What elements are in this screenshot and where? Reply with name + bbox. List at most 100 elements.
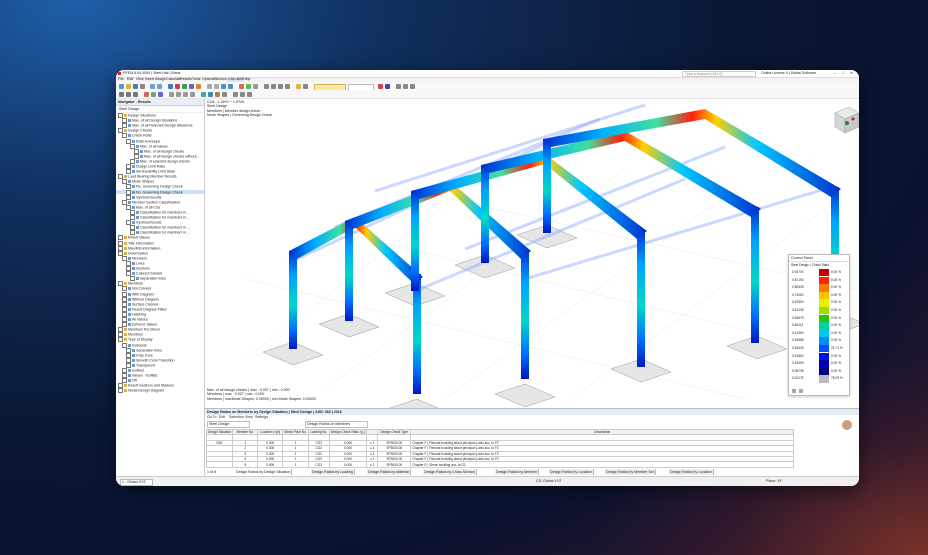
result-type-icon[interactable]	[378, 83, 383, 89]
results-tab[interactable]: Design Ratios by Member Set	[605, 469, 656, 475]
node-icon[interactable]	[175, 83, 180, 89]
navigator-item[interactable]: Max. of all design checks	[116, 148, 204, 154]
results-menu-settings[interactable]: Settings	[255, 415, 268, 420]
navigator-module-select[interactable]: Steel Design	[116, 106, 204, 113]
navigator-item[interactable]: Classification for members in ...	[116, 225, 204, 231]
navigator-item[interactable]: Sections	[116, 266, 204, 271]
solid-icon[interactable]	[215, 91, 220, 97]
navigator-item[interactable]: Isobands	[116, 342, 204, 348]
top-view-icon[interactable]	[190, 91, 195, 97]
navigator-item[interactable]: Max. of all Design Situations	[116, 118, 204, 124]
filter-icon[interactable]	[303, 83, 308, 89]
navigator-item[interactable]: Colored Colored	[116, 271, 204, 277]
member-icon[interactable]	[189, 83, 194, 89]
navigator-item[interactable]: Max. of all design checks without...	[116, 153, 204, 159]
ortho-icon[interactable]	[133, 91, 138, 97]
navigator-item[interactable]: Off	[116, 378, 204, 384]
navigator-item[interactable]: Isolines	[116, 368, 204, 373]
column-header[interactable]: Design Check Ratio η [-]	[328, 428, 368, 436]
column-header[interactable]: Shear Point No.	[282, 428, 309, 436]
calculate-icon[interactable]	[228, 83, 233, 89]
navigator-item[interactable]: Result Sections and Markers	[116, 383, 204, 389]
line-icon[interactable]	[182, 83, 187, 89]
navigator-item[interactable]: With Diagram	[116, 291, 204, 297]
display-nodes-icon[interactable]	[144, 91, 149, 97]
navigator-item[interactable]: Title Information	[116, 240, 204, 246]
navigator-item[interactable]: Members	[116, 255, 204, 261]
navigator-item[interactable]: Transparent	[116, 362, 204, 368]
results-tab[interactable]: Design Ratios by Member	[495, 469, 540, 475]
table-pager[interactable]: 1 of 8	[207, 470, 216, 475]
results-tab[interactable]: Design Ratios by Loading	[311, 469, 355, 475]
wireframe-icon[interactable]	[208, 91, 213, 97]
navigator-item[interactable]: Surface Colored	[116, 301, 204, 307]
navigator-item[interactable]: Members	[116, 281, 204, 287]
navigator-item[interactable]: Deformation	[116, 250, 204, 256]
view-icon[interactable]	[264, 83, 269, 89]
navigator-item[interactable]: Smooth Color Transition	[116, 357, 204, 363]
navigator-item[interactable]: Result Values	[116, 235, 204, 241]
result-display-icon[interactable]	[385, 83, 390, 89]
navigator-item[interactable]: Gray Zone	[116, 352, 204, 358]
navigator-item[interactable]: Design Checks	[116, 128, 204, 134]
surface-icon[interactable]	[196, 83, 201, 89]
hinge-icon[interactable]	[214, 83, 219, 89]
column-header[interactable]: Location x [m]	[257, 428, 284, 436]
table-row[interactable]: 5 0.000 1 CO2 0.000 ≤ 1 SP3000.00 Chapter E | S…	[205, 461, 795, 468]
grid-icon[interactable]	[119, 91, 124, 97]
display-members-icon[interactable]	[158, 91, 163, 97]
results-menu-goto[interactable]: Go To	[207, 415, 217, 420]
navigator-item[interactable]: Members	[116, 332, 204, 338]
measure-icon[interactable]	[233, 91, 238, 97]
navigator-item[interactable]: Member Section Classification	[116, 199, 204, 205]
iso-view-icon[interactable]	[169, 91, 174, 97]
design-icon[interactable]	[246, 83, 251, 89]
navigator-item[interactable]: Extreme Values	[116, 322, 204, 328]
transparency-icon[interactable]	[222, 91, 227, 97]
navigator-item[interactable]: No. Governing Design Check	[116, 189, 204, 195]
render-icon[interactable]	[201, 91, 206, 97]
legend-settings-icon[interactable]	[792, 389, 796, 393]
dimension-icon[interactable]	[240, 91, 245, 97]
coordinate-system-dropdown[interactable]: 1 - Global XYZ	[120, 479, 153, 486]
navigator-item[interactable]: Serviceability Limit State	[116, 169, 204, 175]
control-panel[interactable]: Control Panel Steel Design | Check Ratio…	[788, 254, 850, 396]
navigator-item[interactable]: Symbols/results	[116, 194, 204, 200]
section-icon[interactable]	[403, 83, 408, 89]
avatar[interactable]	[841, 419, 853, 431]
navigator-item[interactable]: Not Colored	[116, 286, 204, 292]
probe-icon[interactable]	[410, 83, 415, 89]
table-type-dropdown[interactable]: Design Ratios on Members	[305, 421, 368, 428]
navigator-item[interactable]: Type of Display	[116, 337, 204, 343]
side-view-icon[interactable]	[183, 91, 188, 97]
view-cube-icon[interactable]	[834, 106, 859, 134]
navigator-item[interactable]: Separation lines	[116, 276, 204, 282]
navigator-item[interactable]: Ratio Envelope	[116, 138, 204, 144]
navigator-item[interactable]: Load Bearing Member Results	[116, 174, 204, 180]
animation-icon[interactable]	[396, 83, 401, 89]
results-icon[interactable]	[239, 83, 244, 89]
navigator-item[interactable]: Design Situations	[116, 113, 204, 118]
redo-icon[interactable]	[157, 83, 162, 89]
checkbox[interactable]	[118, 388, 123, 394]
navigator-item[interactable]: Max. of selected design checks	[116, 158, 204, 164]
column-header[interactable]: Design Situation	[205, 428, 234, 436]
maximize-icon[interactable]: □	[842, 71, 844, 76]
navigator-item[interactable]: Members Ra Check	[116, 327, 204, 333]
model-viewport[interactable]: CO4 - 1.35*G + 1.5*W1 Steel Design Membe…	[205, 99, 859, 408]
display-lines-icon[interactable]	[151, 91, 156, 97]
navigator-item[interactable]: All Values	[116, 317, 204, 322]
results-tab[interactable]: Design Ratios by Location	[669, 469, 714, 475]
navigator-item[interactable]: Result Diagram Filled	[116, 306, 204, 312]
navigator-item[interactable]: Classification for members in ...	[116, 230, 204, 236]
column-header[interactable]: Member No.	[232, 428, 259, 436]
navigator-item[interactable]: Classification for members in ...	[116, 215, 204, 220]
comment-icon[interactable]	[247, 91, 252, 97]
print-icon[interactable]	[140, 83, 145, 89]
load-icon[interactable]	[221, 83, 226, 89]
navigator-item[interactable]: Values - Isoflats	[116, 373, 204, 379]
results-tab[interactable]: Design Ratios by Location	[549, 469, 594, 475]
navigator-item[interactable]: Lines	[116, 260, 204, 266]
open-icon[interactable]	[126, 83, 131, 89]
results-tab[interactable]: Design Ratios by Material	[367, 469, 411, 475]
